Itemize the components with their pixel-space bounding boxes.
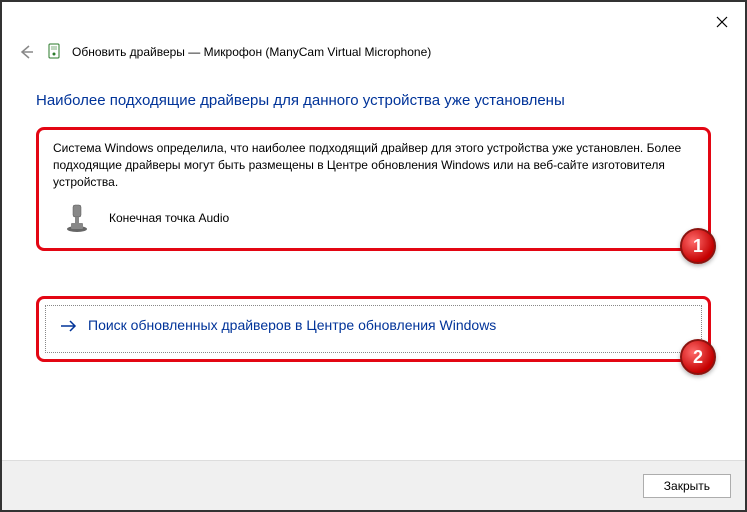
device-name: Конечная точка Audio [109, 211, 229, 225]
search-updates-link[interactable]: Поиск обновленных драйверов в Центре обн… [45, 305, 702, 353]
close-icon [716, 16, 728, 28]
close-footer-button[interactable]: Закрыть [643, 474, 731, 498]
link-callout: Поиск обновленных драйверов в Центре обн… [36, 296, 711, 362]
footer: Закрыть [2, 460, 745, 510]
close-button[interactable] [699, 2, 745, 42]
arrow-left-icon [17, 43, 35, 61]
info-text: Система Windows определила, что наиболее… [53, 140, 694, 190]
badge-number: 1 [693, 236, 703, 257]
dialog-window: Обновить драйверы — Микрофон (ManyCam Vi… [0, 0, 747, 512]
content-area: Наиболее подходящие драйверы для данного… [2, 72, 745, 362]
audio-endpoint-icon [63, 202, 91, 234]
device-icon [46, 42, 62, 62]
link-text: Поиск обновленных драйверов в Центре обн… [88, 316, 496, 334]
page-heading: Наиболее подходящие драйверы для данного… [36, 92, 711, 109]
info-callout: Система Windows определила, что наиболее… [36, 127, 711, 251]
annotation-badge-2: 2 [680, 339, 716, 375]
badge-number: 2 [693, 347, 703, 368]
device-row: Конечная точка Audio [63, 202, 694, 234]
header-bar: Обновить драйверы — Микрофон (ManyCam Vi… [2, 42, 745, 72]
annotation-badge-1: 1 [680, 228, 716, 264]
back-button[interactable] [16, 42, 36, 62]
titlebar [2, 2, 745, 42]
header-title: Обновить драйверы — Микрофон (ManyCam Vi… [72, 45, 431, 59]
arrow-right-icon [60, 318, 78, 339]
